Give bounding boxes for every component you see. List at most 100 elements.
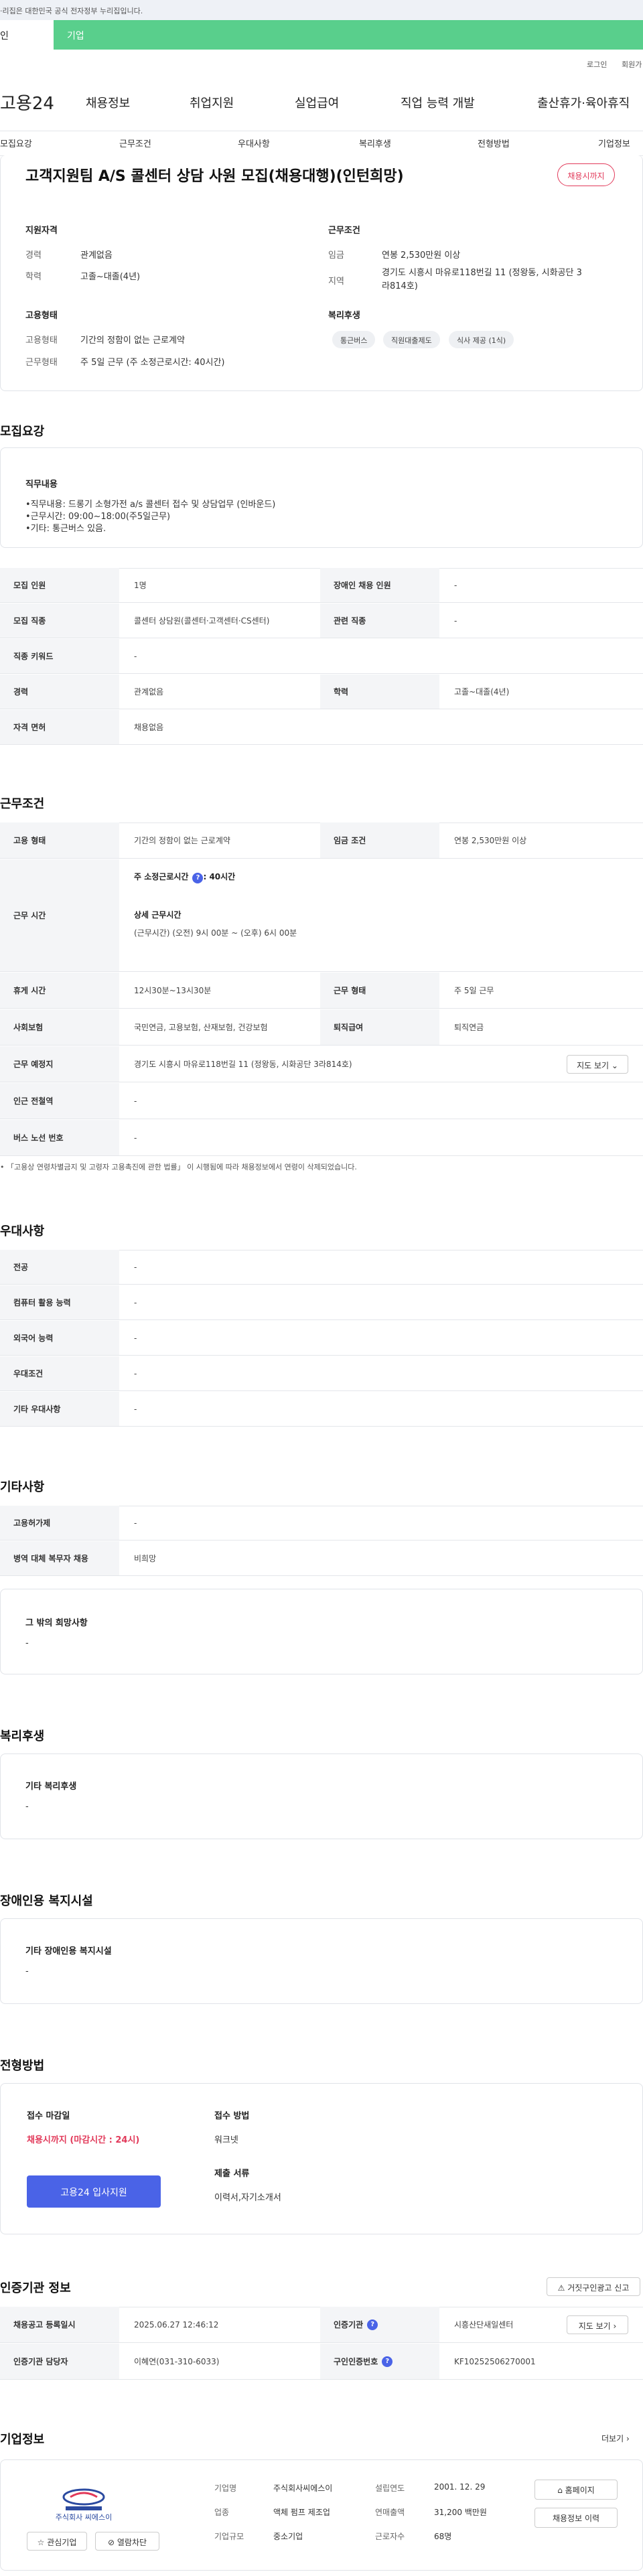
career-value: 관계없음 [80,251,113,261]
block-view-button[interactable]: ⊘ 열람차단 [95,2532,159,2551]
table-cell: 이혜연(031-310-6033) [134,2357,220,2366]
other-wish-box [0,1589,643,1674]
company-logo-text: 주식회사 씨에스이 [55,2513,113,2522]
favorite-company-button[interactable]: ☆ 관심기업 [27,2532,87,2551]
gnb-item-support[interactable]: 취업지원 [190,94,234,111]
weekly-hours-value: : 40시간 [203,872,236,881]
table-header-cell: 기타 우대사항 [0,1392,119,1426]
region-value-line2: 라814호) [382,281,418,291]
gnb-item-unemployment[interactable]: 실업급여 [295,94,339,111]
pref-heading: 우대사항 [0,1224,45,1238]
sales-value: 31,200 백만원 [434,2508,487,2517]
table-row: 자격 면허 채용없음 [0,710,643,745]
employees-label: 근로자수 [375,2532,405,2541]
docs-value: 이력서,자기소개서 [214,2193,281,2203]
table-header-cell: 채용공고 등록일시 [0,2307,119,2342]
deadline-heading: 접수 마감일 [27,2111,70,2121]
job-history-button[interactable]: 채용정보 이력 [534,2508,618,2528]
table-header-cell: 인증기관? [320,2307,439,2342]
table-cell: 경기도 시흥시 마유로118번길 11 (정왕동, 시화공단 3라814호) [134,1060,352,1069]
map-button[interactable]: 지도 보기 ⌄ [567,1055,628,1074]
table-row: 휴게 시간 12시30분~13시30분 근무 형태 주 5일 근무 [0,973,643,1009]
table-header-cell: 버스 노선 번호 [0,1120,119,1155]
table-header-cell: 직종 키워드 [0,639,119,673]
company-logo: 주식회사 씨에스이 [47,2486,121,2522]
deadline-value: 채용시까지 (마감시간 : 24시) [27,2135,140,2145]
join-link[interactable]: 회원가 [622,59,642,70]
table-header-cell: 컴퓨터 활용 능력 [0,1285,119,1319]
worktype-value: 주 5일 근무 (주 소정근로시간: 40시간) [80,358,225,368]
age-footnote: • 「고용상 연령차별금지 및 고령자 고용촉진에 관한 법률」 이 시행됨에 … [0,1163,357,1171]
industry-label: 업종 [214,2508,230,2517]
apply-button[interactable]: 고용24 입사지원 [27,2175,161,2208]
method-value: 워크넷 [214,2135,238,2145]
lnb-recruit[interactable]: 모집요강 [0,137,32,149]
table-cell: - [134,1518,137,1528]
table-cell: - [134,1333,137,1343]
lnb-process[interactable]: 전형방법 [478,137,510,149]
other-wish-value: - [25,1638,29,1648]
gnb-item-training[interactable]: 직업 능력 개발 [401,94,475,111]
site-logo[interactable]: 고용24 [0,90,54,115]
table-row: 기타 우대사항 - [0,1392,643,1427]
table-header-cell: 인근 전철역 [0,1083,119,1119]
table-header-cell: 학력 [320,674,439,709]
more-link[interactable]: 더보기 › [601,2433,630,2444]
tab-person[interactable]: 인 [0,20,54,50]
report-icon: ⚠ [557,2283,565,2293]
num-label: 구인인증번호 [334,2357,378,2366]
employees-value: 68명 [434,2532,452,2541]
detail-hours-value: (근무시간) (오전) 9시 00분 ~ (오후) 6시 00분 [134,928,297,938]
homepage-button[interactable]: ⌂ 홈페이지 [534,2480,618,2500]
info-icon[interactable]: ? [382,2356,393,2367]
emptype-value: 기간의 정함이 없는 근로계약 [80,336,185,346]
disability-heading: 장애인용 복지시설 [0,1894,93,1908]
welfare-chip: 통근버스 [332,331,376,348]
table-cell: - [134,1404,137,1414]
lnb-welfare[interactable]: 복리후생 [359,137,391,149]
lnb-pref[interactable]: 우대사항 [238,137,270,149]
process-heading: 전형방법 [0,2059,45,2073]
company-heading: 기업정보 [0,2433,45,2447]
table-row: 모집 인원 1명 장애인 채용 인원 - [0,568,643,603]
work-heading: 근무조건 [0,797,45,811]
report-button[interactable]: ⚠ 거짓구인광고 신고 [547,2277,640,2296]
weekly-hours-label: 주 소정근로시간?: 40시간 [134,871,235,883]
welfare-box-heading: 기타 복리후생 [25,1782,77,1792]
lnb-company[interactable]: 기업정보 [598,137,630,149]
duty-line: •근무시간: 09:00~18:00(주5일근무) [25,512,171,522]
info-icon[interactable]: ? [367,2319,378,2330]
table-header-cell: 모집 인원 [0,568,119,602]
agency-map-button[interactable]: 지도 보기 › [567,2315,628,2334]
region-value-line1: 경기도 시흥시 마유로118번길 11 (정왕동, 시화공단 3 [382,268,582,278]
table-cell: 연봉 2,530만원 이상 [454,836,527,845]
table-cell: - [134,1096,137,1106]
table-cell: - [134,1368,137,1378]
lnb-work[interactable]: 근무조건 [119,137,151,149]
table-cell: 관계없음 [134,687,164,697]
tab-company[interactable]: 기업 [67,20,84,42]
gnb-item-leave[interactable]: 출산휴가·육아휴직 [537,94,630,111]
table-row: 병역 대체 복무자 채용 비희망 [0,1541,643,1576]
table-row: 전공 - [0,1250,643,1285]
welfare-chip: 식사 제공 (1식) [449,331,514,348]
table-cell: - [454,616,457,626]
gnb-item-jobs[interactable]: 채용정보 [86,94,130,111]
home-icon: ⌂ [557,2486,563,2495]
info-icon[interactable]: ? [192,873,204,883]
status-badge: 채용시까지 [557,163,615,186]
login-link[interactable]: 로그인 [587,59,607,70]
chevron-right-icon: › [626,2434,630,2443]
size-label: 기업규모 [214,2532,244,2541]
table-cell: 퇴직연금 [454,1023,484,1032]
welfare-heading: 복리후생 [328,311,360,321]
emptype-label: 고용형태 [25,336,58,346]
recruit-heading: 모집요강 [0,425,45,439]
company-name-label: 기업명 [214,2484,237,2493]
table-header-cell: 장애인 채용 인원 [320,568,439,602]
career-label: 경력 [25,251,42,261]
wage-label: 임금 [328,251,344,261]
table-cell: 비희망 [134,1554,157,1563]
age-footnote-text: 「고용상 연령차별금지 및 고령자 고용촉진에 관한 법률」 이 시행됨에 따라… [7,1163,357,1171]
gov-notice-bar: ·리집은 대한민국 공식 전자정부 누리집입니다. [0,0,643,20]
